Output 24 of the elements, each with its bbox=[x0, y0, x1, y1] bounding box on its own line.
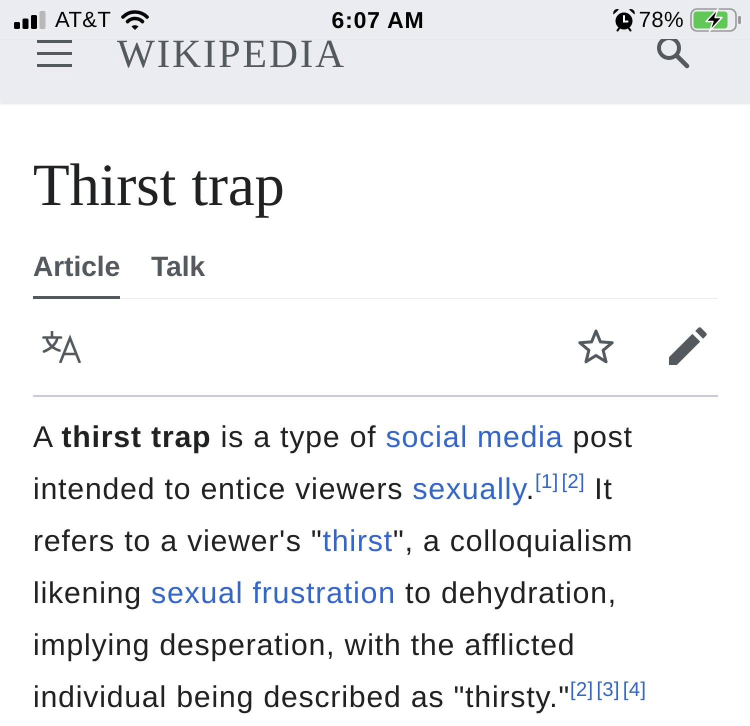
translate-icon[interactable] bbox=[42, 330, 82, 363]
search-icon[interactable] bbox=[654, 38, 690, 68]
site-logo[interactable]: WIKIPEDIA bbox=[117, 34, 346, 74]
reference-link[interactable]: [2] bbox=[570, 678, 594, 701]
star-icon[interactable] bbox=[577, 328, 615, 365]
reference-link[interactable]: [3] bbox=[596, 678, 620, 701]
alarm-clock-icon bbox=[612, 8, 636, 32]
tab[interactable]: Article bbox=[33, 240, 120, 299]
article-link[interactable]: thirst bbox=[322, 524, 394, 558]
battery-percent: 78% bbox=[638, 9, 684, 31]
reference-link[interactable]: [2] bbox=[562, 470, 585, 493]
menu-icon[interactable] bbox=[37, 40, 72, 67]
article-link[interactable]: sexually bbox=[412, 472, 526, 506]
page-title: Thirst trap bbox=[33, 151, 286, 220]
pencil-icon[interactable] bbox=[668, 327, 707, 366]
tab[interactable]: Talk bbox=[151, 240, 206, 299]
carrier-name: AT&T bbox=[55, 9, 112, 31]
wifi-icon bbox=[120, 9, 150, 31]
reference-link[interactable]: [4] bbox=[622, 678, 646, 701]
article-link[interactable]: social media bbox=[386, 420, 564, 454]
reference-link[interactable]: [1] bbox=[535, 470, 559, 493]
article-link[interactable]: sexual frustration bbox=[151, 576, 396, 610]
time-text: 6:07 AM bbox=[332, 8, 424, 32]
signal-icon bbox=[14, 11, 46, 29]
